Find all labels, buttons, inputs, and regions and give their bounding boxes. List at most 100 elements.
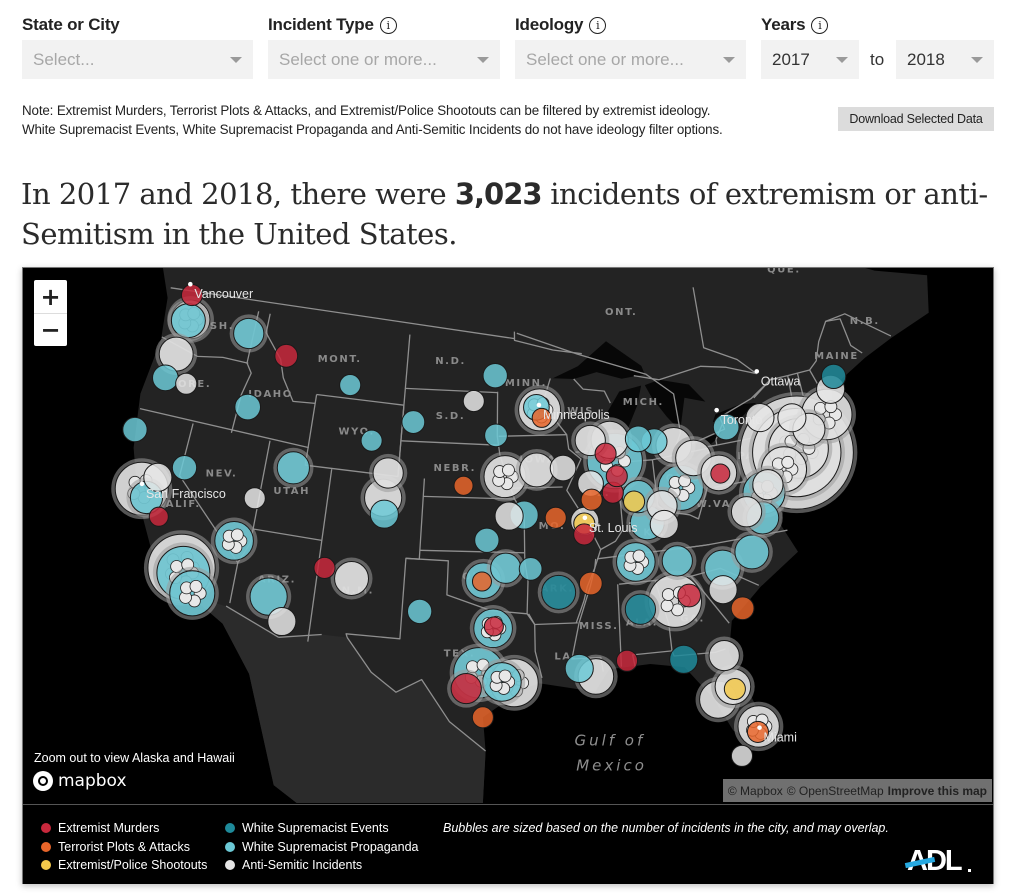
incident-bubble-antisemitic[interactable]	[519, 452, 555, 488]
state-city-select[interactable]: Select...	[22, 40, 253, 79]
incident-bubble-antisemitic[interactable]	[334, 561, 370, 596]
incident-bubble-propaganda[interactable]	[734, 534, 770, 570]
incident-bubble-murders[interactable]	[605, 465, 628, 488]
mapbox-attribution-link[interactable]: © Mapbox	[728, 784, 783, 798]
incident-bubble-propaganda[interactable]	[171, 455, 198, 481]
legend-swatch	[225, 860, 235, 871]
incident-bubble-plots[interactable]	[578, 571, 603, 596]
download-selected-data-button[interactable]: Download Selected Data	[838, 107, 994, 131]
incident-bubble-antisemitic[interactable]	[498, 669, 512, 683]
state-city-label: State or City	[22, 15, 120, 34]
incident-bubble-plots[interactable]	[580, 488, 603, 511]
incident-bubble-propaganda[interactable]	[233, 317, 265, 350]
incident-bubble-antisemitic[interactable]	[230, 528, 244, 542]
incident-bubble-murders[interactable]	[677, 583, 702, 608]
incident-bubble-propaganda[interactable]	[564, 653, 594, 684]
incident-bubble-propaganda[interactable]	[276, 451, 310, 485]
incident-bubble-propaganda[interactable]	[474, 527, 500, 553]
legend-swatch	[41, 841, 51, 852]
incident-bubble-propaganda[interactable]	[484, 423, 508, 448]
map-canvas[interactable]: WASH.ORE.IDAHOMONT.WYO.N.D.S.D.NEBR.NEV.…	[23, 268, 993, 803]
incident-bubble-plots[interactable]	[453, 475, 474, 496]
incident-bubble-antisemitic[interactable]	[267, 606, 297, 637]
incident-bubble-antisemitic[interactable]	[494, 501, 524, 531]
incident-bubble-antisemitic[interactable]	[189, 579, 203, 593]
incident-bubble-murders[interactable]	[274, 343, 299, 368]
info-icon[interactable]: i	[811, 16, 829, 34]
incident-bubble-murders[interactable]	[710, 463, 731, 484]
incident-bubble-shootouts[interactable]	[723, 677, 746, 701]
incident-count: 3,023	[454, 177, 543, 211]
legend-swatch	[225, 823, 235, 834]
state-label: MICH.	[623, 397, 664, 408]
incident-bubble-propaganda[interactable]	[624, 425, 652, 453]
incident-bubble-murders[interactable]	[483, 616, 504, 637]
city-dot	[754, 369, 760, 374]
incident-bubble-antisemitic[interactable]	[660, 599, 674, 613]
incident-bubble-propaganda[interactable]	[360, 429, 383, 452]
incident-bubble-plots[interactable]	[544, 506, 567, 529]
incident-bubble-plots[interactable]	[471, 706, 494, 729]
year-to-select[interactable]: 2018	[896, 40, 994, 79]
incident-bubble-antisemitic[interactable]	[781, 455, 795, 469]
incident-bubble-antisemitic[interactable]	[752, 469, 784, 501]
incident-bubble-propaganda[interactable]	[369, 499, 399, 529]
incident-bubble-propaganda[interactable]	[122, 416, 148, 443]
zoom-in-button[interactable]: +	[34, 280, 67, 313]
incident-bubble-antisemitic[interactable]	[632, 549, 646, 563]
incident-bubble-propaganda[interactable]	[152, 364, 179, 392]
incident-bubble-antisemitic[interactable]	[730, 496, 763, 528]
incident-bubble-antisemitic[interactable]	[175, 372, 198, 395]
incident-bubble-propaganda[interactable]	[490, 552, 522, 584]
incident-bubble-shootouts[interactable]	[623, 490, 646, 513]
incident-map-widget: WASH.ORE.IDAHOMONT.WYO.N.D.S.D.NEBR.NEV.…	[22, 267, 994, 884]
incident-bubble-propaganda[interactable]	[407, 598, 433, 625]
ideology-select[interactable]: Select one or more...	[515, 40, 746, 79]
incident-bubble-propaganda[interactable]	[234, 393, 262, 421]
incident-bubble-murders[interactable]	[148, 506, 169, 527]
incident-bubble-propaganda[interactable]	[401, 410, 426, 434]
state-label: N.D.	[435, 356, 466, 367]
incident-bubble-propaganda[interactable]	[482, 363, 508, 389]
incident-bubble-plots[interactable]	[471, 571, 493, 592]
incident-bubble-antisemitic[interactable]	[243, 487, 266, 510]
incident-bubble-events[interactable]	[624, 593, 657, 625]
incident-bubble-antisemitic[interactable]	[549, 454, 577, 482]
incident-type-select[interactable]: Select one or more...	[268, 40, 500, 79]
incident-bubble-propaganda[interactable]	[169, 570, 216, 617]
info-icon[interactable]: i	[379, 16, 397, 34]
incident-bubble-propaganda[interactable]	[616, 542, 656, 582]
incident-bubble-propaganda[interactable]	[339, 374, 362, 397]
incident-bubble-propaganda[interactable]	[661, 545, 693, 577]
incident-map[interactable]: WASH.ORE.IDAHOMONT.WYO.N.D.S.D.NEBR.NEV.…	[23, 268, 993, 803]
incident-bubble-events[interactable]	[541, 574, 577, 610]
incident-bubble-antisemitic[interactable]	[730, 744, 754, 767]
incident-bubble-antisemitic[interactable]	[462, 390, 485, 413]
incident-bubble-antisemitic[interactable]	[708, 639, 740, 672]
incident-bubble-murders[interactable]	[450, 672, 482, 705]
incident-bubble-propaganda[interactable]	[214, 521, 254, 561]
incident-bubble-propaganda[interactable]	[482, 662, 522, 702]
incident-bubble-events[interactable]	[820, 363, 847, 390]
incident-bubble-murders[interactable]	[615, 649, 639, 672]
incident-bubble-antisemitic[interactable]	[372, 457, 404, 489]
incident-bubble-murders[interactable]	[594, 442, 617, 465]
mapbox-logo[interactable]: mapbox	[33, 771, 127, 791]
incident-bubble-events[interactable]	[669, 644, 699, 674]
legend-swatch	[41, 860, 51, 871]
incident-bubble-propaganda[interactable]	[170, 303, 206, 339]
zoom-out-button[interactable]: −	[34, 313, 67, 346]
incident-bubble-antisemitic[interactable]	[502, 463, 515, 477]
incident-bubble-antisemitic[interactable]	[649, 509, 679, 539]
info-icon[interactable]: i	[589, 16, 607, 34]
incident-bubble-antisemitic[interactable]	[708, 575, 738, 605]
year-from-select[interactable]: 2017	[761, 40, 859, 79]
incident-bubble-murders[interactable]	[313, 556, 336, 579]
incident-bubble-antisemitic[interactable]	[661, 588, 675, 601]
incident-bubble-propaganda[interactable]	[518, 556, 543, 581]
incident-type-placeholder: Select one or more...	[279, 49, 437, 69]
incident-bubble-antisemitic[interactable]	[777, 403, 807, 433]
incident-bubble-plots[interactable]	[730, 596, 755, 621]
improve-map-link[interactable]: Improve this map	[888, 784, 987, 798]
osm-attribution-link[interactable]: © OpenStreetMap	[787, 784, 884, 798]
